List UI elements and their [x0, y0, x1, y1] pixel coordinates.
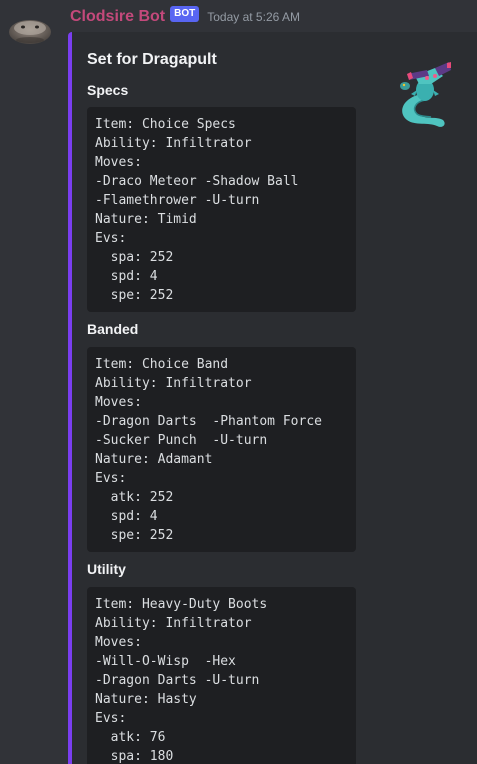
code-line: spd: 4: [95, 509, 158, 524]
code-line: Evs:: [95, 471, 127, 486]
message-header: Clodsire Bot BOT Today at 5:26 AM: [70, 6, 300, 28]
timestamp[interactable]: Today at 5:26 AM: [207, 10, 300, 24]
code-line: Moves:: [95, 635, 142, 650]
code-line: atk: 76: [95, 730, 166, 745]
code-block-banded: Item: Choice Band Ability: Infiltrator M…: [87, 347, 356, 552]
field-name-utility: Utility: [87, 561, 126, 577]
code-line: Ability: Infiltrator: [95, 136, 252, 151]
code-line: spe: 252: [95, 528, 174, 543]
code-line: atk: 252: [95, 490, 174, 505]
code-line: Item: Choice Band: [95, 357, 229, 372]
username[interactable]: Clodsire Bot: [70, 8, 165, 26]
embed-thumbnail[interactable]: [385, 54, 457, 134]
code-line: Evs:: [95, 231, 127, 246]
code-line: Moves:: [95, 155, 142, 170]
code-line: Nature: Hasty: [95, 692, 197, 707]
dragapult-sprite-icon: [400, 62, 451, 127]
code-block-specs: Item: Choice Specs Ability: Infiltrator …: [87, 107, 356, 312]
code-line: Nature: Timid: [95, 212, 197, 227]
code-line: spd: 4: [95, 269, 158, 284]
code-block-utility: Item: Heavy-Duty Boots Ability: Infiltra…: [87, 587, 356, 764]
embed: Set for Dragapult Specs Item: Choice Spe…: [68, 32, 477, 764]
code-line: Item: Choice Specs: [95, 117, 236, 132]
avatar[interactable]: [8, 10, 52, 50]
code-line: spe: 252: [95, 288, 174, 303]
code-line: Ability: Infiltrator: [95, 376, 252, 391]
code-line: -Sucker Punch -U-turn: [95, 433, 268, 448]
code-line: Evs:: [95, 711, 127, 726]
code-line: -Flamethrower -U-turn: [95, 193, 260, 208]
embed-title: Set for Dragapult: [87, 51, 217, 68]
code-line: spa: 252: [95, 250, 174, 265]
field-name-specs: Specs: [87, 82, 129, 98]
code-line: -Will-O-Wisp -Hex: [95, 654, 236, 669]
code-line: -Draco Meteor -Shadow Ball: [95, 174, 299, 189]
bot-badge: BOT: [170, 6, 200, 22]
code-line: -Dragon Darts -U-turn: [95, 673, 260, 688]
code-line: Moves:: [95, 395, 142, 410]
code-line: Item: Heavy-Duty Boots: [95, 597, 268, 612]
clodsire-avatar-icon: [9, 20, 51, 44]
field-name-banded: Banded: [87, 321, 139, 337]
code-line: Ability: Infiltrator: [95, 616, 252, 631]
code-line: spa: 180: [95, 749, 174, 764]
code-line: Nature: Adamant: [95, 452, 213, 467]
code-line: -Dragon Darts -Phantom Force: [95, 414, 322, 429]
